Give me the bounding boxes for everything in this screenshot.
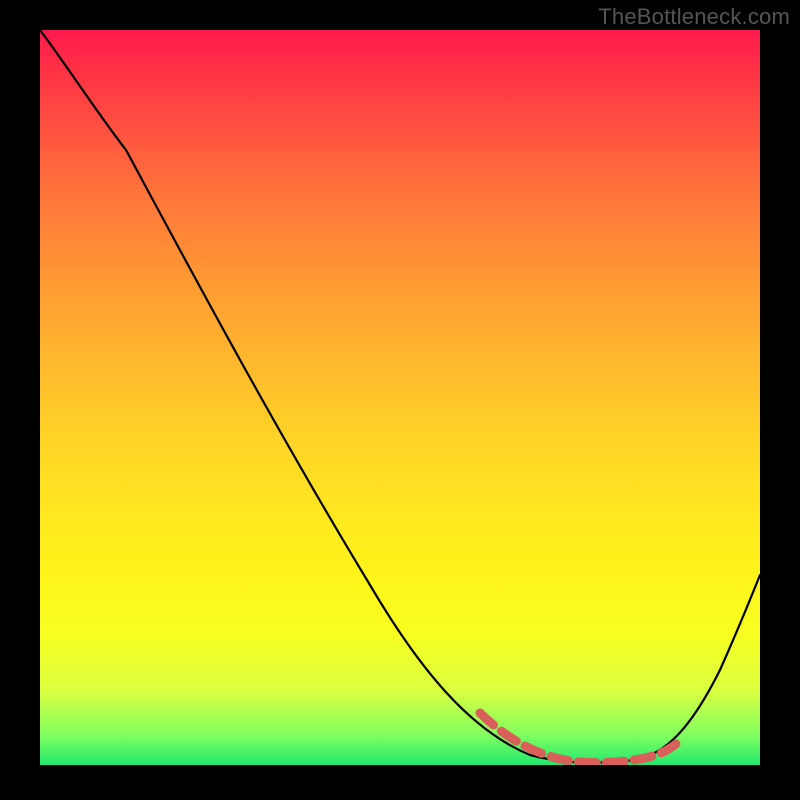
highlight-dashed-segment bbox=[480, 713, 676, 763]
chart-plot-area bbox=[40, 30, 760, 765]
watermark-text: TheBottleneck.com bbox=[598, 4, 790, 30]
chart-svg bbox=[40, 30, 760, 765]
bottleneck-curve-line bbox=[40, 30, 760, 763]
